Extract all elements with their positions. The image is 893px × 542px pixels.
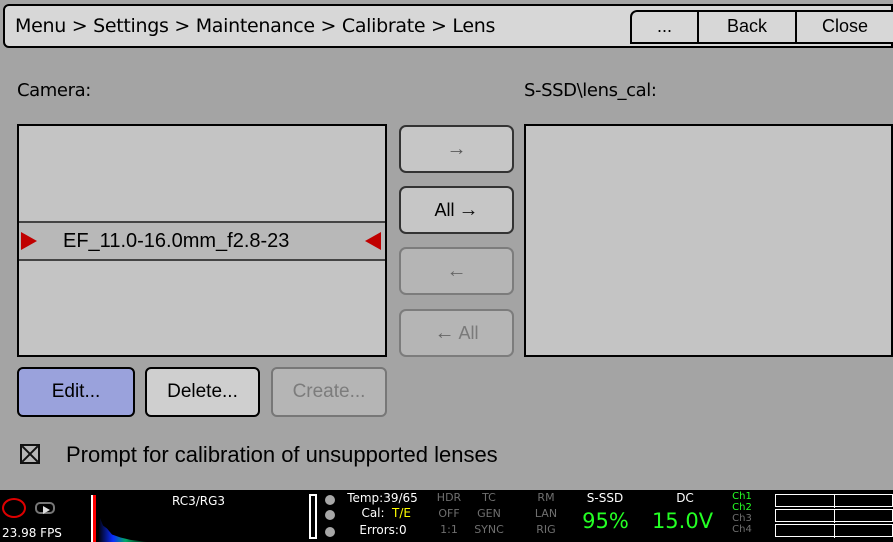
selection-left-marker <box>21 232 37 250</box>
color-space: RC3/RG3 <box>172 494 226 508</box>
rig-label: RIG <box>536 523 556 536</box>
selected-lens-label: EF_11.0-16.0mm_f2.8-23 <box>63 230 290 252</box>
audio-meter-channel-2 <box>775 509 893 523</box>
lan-label: LAN <box>534 507 558 520</box>
close-button[interactable]: Close <box>795 10 893 44</box>
media-label: S-SSD <box>586 491 624 505</box>
camera-lens-list[interactable]: EF_11.0-16.0mm_f2.8-23 <box>17 124 387 357</box>
timecode-label: TC <box>482 491 496 504</box>
move-all-left-label: All <box>458 322 479 343</box>
audio-meter <box>309 494 317 539</box>
hdr-status: OFF <box>438 507 460 520</box>
frame-rate: 23.98 FPS <box>2 526 62 540</box>
ssd-lens-list[interactable] <box>524 124 893 357</box>
temperature: Temp:39/65 <box>347 491 418 505</box>
audio-channel-2: Ch2 <box>732 502 752 513</box>
back-button[interactable]: Back <box>697 10 795 44</box>
audio-channel-4: Ch4 <box>732 524 752 535</box>
status-bar: 23.98 FPS RC3/RG3 Temp:39/65 Cal: T/E Er… <box>0 490 893 542</box>
create-button[interactable]: Create... <box>271 367 387 417</box>
move-all-right-button[interactable]: All → <box>399 186 514 234</box>
aspect-ratio: 1:1 <box>440 523 458 536</box>
move-right-button[interactable]: → <box>399 125 514 173</box>
move-all-left-button[interactable]: ← All <box>399 309 514 357</box>
histogram-chart <box>98 518 148 542</box>
sync-label: SYNC <box>474 523 504 536</box>
calibration-label: Cal: <box>361 506 385 520</box>
camera-label: Camera: <box>17 80 91 101</box>
power-label: DC <box>676 491 694 505</box>
prompt-calibration-checkbox[interactable] <box>20 444 40 464</box>
status-dot <box>325 495 335 505</box>
errors: Errors:0 <box>359 523 407 537</box>
camera-record-icon <box>2 498 26 518</box>
audio-channel-1: Ch1 <box>732 491 752 502</box>
prompt-calibration-label: Prompt for calibration of unsupported le… <box>66 442 498 467</box>
generator-label: GEN <box>477 507 501 520</box>
left-arrow-icon: ← <box>446 259 467 282</box>
left-arrow-icon: ← <box>434 321 455 344</box>
audio-channel-3: Ch3 <box>732 513 752 524</box>
lens-calibration-window: Menu > Settings > Maintenance > Calibrat… <box>0 0 893 542</box>
move-left-button[interactable]: ← <box>399 247 514 295</box>
power-voltage: 15.0V <box>651 509 714 533</box>
edit-button[interactable]: Edit... <box>17 367 135 417</box>
delete-button[interactable]: Delete... <box>145 367 260 417</box>
audio-meter-channel-3 <box>775 524 893 538</box>
remote-label: RM <box>537 491 555 504</box>
right-arrow-icon: → <box>446 137 467 160</box>
right-arrow-icon: → <box>458 198 479 221</box>
playback-icon <box>35 502 55 514</box>
media-percentage: 95% <box>582 509 629 533</box>
selection-right-marker <box>365 232 381 250</box>
audio-meter-channel-1 <box>775 494 893 508</box>
hdr-label: HDR <box>436 491 462 504</box>
histogram-red-channel <box>93 495 96 542</box>
ssd-label: S-SSD\lens_cal: <box>524 80 657 101</box>
move-all-right-label: All <box>434 199 455 220</box>
breadcrumb: Menu > Settings > Maintenance > Calibrat… <box>15 15 496 37</box>
status-dot <box>325 527 335 537</box>
selected-lens-row[interactable]: EF_11.0-16.0mm_f2.8-23 <box>19 221 385 261</box>
calibration-status: T/E <box>392 506 411 520</box>
status-dot <box>325 510 335 520</box>
more-button[interactable]: ... <box>630 10 697 44</box>
